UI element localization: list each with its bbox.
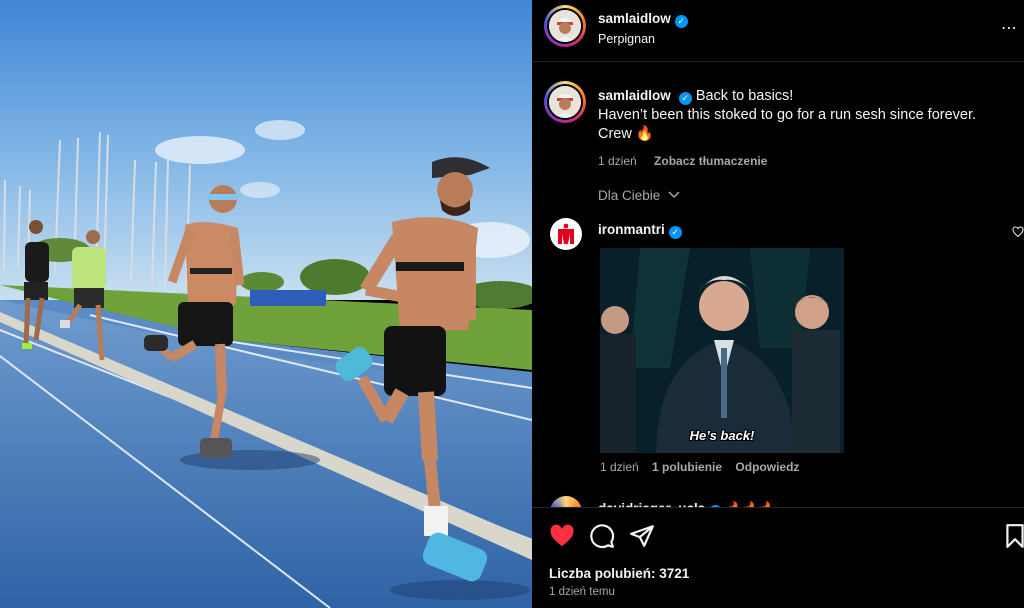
see-translation-link[interactable]: Zobacz tłumaczenie xyxy=(654,154,767,168)
author-avatar[interactable] xyxy=(544,5,586,47)
comment-likes-count[interactable]: 1 polubienie xyxy=(652,460,722,474)
post-photo[interactable] xyxy=(0,0,532,608)
post-timestamp[interactable]: 1 dzień temu xyxy=(549,586,615,598)
verified-badge-icon: ✓ xyxy=(678,92,692,105)
avatar-image xyxy=(549,86,581,118)
verified-badge-icon: ✓ xyxy=(674,15,688,28)
more-options-icon[interactable]: ⋯ xyxy=(1001,18,1018,38)
commenter-avatar[interactable] xyxy=(550,218,582,250)
caption-line-2: Haven’t been this stoked to go for a run… xyxy=(598,107,977,123)
share-send-icon[interactable] xyxy=(629,523,655,549)
ironman-logo-icon xyxy=(558,223,574,244)
author-username[interactable]: samlaidlow xyxy=(598,11,671,26)
chevron-down-icon xyxy=(668,191,680,199)
comment-sort-dropdown[interactable]: Dla Ciebie xyxy=(598,188,680,203)
comment-like-heart-icon[interactable] xyxy=(1012,226,1024,238)
caption-time[interactable]: 1 dzień xyxy=(598,154,637,168)
reply-button[interactable]: Odpowiedz xyxy=(735,460,799,474)
post-actions-bar: Liczba polubień: 3721 1 dzień temu xyxy=(532,507,1024,608)
caption-line-3: Crew 🔥 xyxy=(598,126,654,142)
comment-sort-label: Dla Ciebie xyxy=(598,188,661,203)
post-caption: samlaidlow ✓ Back to basics! Haven’t been… xyxy=(598,86,1008,171)
gif-caption-text: He’s back! xyxy=(689,428,755,443)
caption-author-avatar[interactable] xyxy=(544,81,586,123)
save-bookmark-icon[interactable] xyxy=(1002,523,1024,549)
gif-image xyxy=(600,248,844,453)
post-likes-count[interactable]: Liczba polubień: 3721 xyxy=(549,566,689,581)
comment-gif[interactable]: He’s back! xyxy=(600,248,844,453)
caption-line-1: Back to basics! xyxy=(695,88,794,104)
running-track-photo xyxy=(0,0,532,608)
next-comment-partial[interactable]: davidrieger_ucla✓ 🔥🔥🔥 xyxy=(550,494,910,508)
like-heart-icon[interactable] xyxy=(549,523,575,549)
verified-badge-icon: ✓ xyxy=(668,226,682,239)
caption-username[interactable]: samlaidlow xyxy=(598,88,671,103)
post-location[interactable]: Perpignan xyxy=(598,32,688,46)
post-side-panel: samlaidlow ✓ Perpignan ⋯ samlaidlow ✓ Back… xyxy=(532,0,1024,608)
post-header: samlaidlow ✓ Perpignan ⋯ xyxy=(532,0,1024,62)
comment-bubble-icon[interactable] xyxy=(589,523,615,549)
avatar-image xyxy=(549,10,581,42)
comment-time[interactable]: 1 dzień xyxy=(600,460,639,474)
commenter-username[interactable]: ironmantri xyxy=(598,222,665,237)
